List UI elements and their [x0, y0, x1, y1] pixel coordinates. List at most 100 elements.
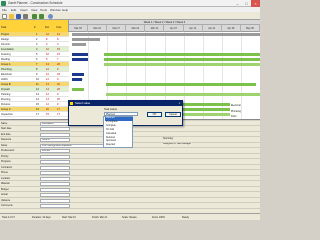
property-value[interactable]: [40, 187, 70, 192]
dropdown-option[interactable]: Rejected: [105, 144, 133, 148]
gantt-bar[interactable]: [104, 53, 260, 56]
gantt-bar[interactable]: [72, 58, 88, 61]
column-number[interactable]: #: [34, 26, 35, 29]
menu-view[interactable]: View: [31, 8, 37, 12]
minimize-button[interactable]: –: [233, 0, 242, 7]
open-icon[interactable]: [9, 13, 14, 19]
property-row: Budget: [0, 187, 260, 192]
task-cell: 17: [57, 107, 60, 111]
property-value[interactable]: [40, 193, 70, 197]
print-icon[interactable]: [23, 13, 28, 19]
gantt-bar[interactable]: [72, 33, 260, 36]
gantt-bar[interactable]: [72, 78, 82, 81]
column-task[interactable]: Task: [1, 26, 6, 29]
menu-insert[interactable]: Insert: [20, 8, 28, 12]
status-item: Finish: Mar 21: [92, 215, 108, 219]
property-label: Location: [1, 176, 11, 180]
gantt-bar[interactable]: [72, 88, 84, 91]
cancel-button[interactable]: Cancel: [165, 112, 181, 117]
menu-help[interactable]: Help: [62, 8, 68, 12]
close-button[interactable]: ×: [251, 0, 260, 7]
property-value[interactable]: Permits: [40, 149, 70, 153]
zoom-icon[interactable]: [48, 13, 53, 19]
menu-tools[interactable]: Tools: [40, 8, 47, 12]
task-cell: 16: [36, 107, 39, 111]
property-value[interactable]: [40, 160, 70, 164]
property-value[interactable]: [40, 176, 70, 181]
task-cell: 10: [46, 47, 49, 51]
task-row[interactable]: Inspection 17 15 17: [0, 112, 69, 117]
property-value[interactable]: [40, 127, 70, 131]
menu-edit[interactable]: Edit: [11, 8, 16, 12]
property-value[interactable]: [40, 165, 70, 170]
save-icon[interactable]: [16, 13, 21, 19]
property-value[interactable]: [40, 204, 70, 208]
gantt-bar[interactable]: [106, 83, 256, 86]
task-cell: 20: [57, 82, 60, 86]
window-title: Gantt Planner - Construction Schedule: [8, 1, 63, 5]
task-name: Electrical: [1, 72, 12, 76]
new-file-icon[interactable]: [2, 13, 7, 19]
gantt-bar[interactable]: [72, 73, 84, 76]
task-cell: 9: [57, 77, 59, 81]
property-label: Resource: [1, 138, 12, 141]
gridline: [221, 32, 223, 119]
property-value[interactable]: [40, 132, 70, 137]
task-name: Group C: [1, 107, 11, 111]
task-cell: 6: [46, 57, 48, 61]
status-item: Ready: [182, 215, 189, 219]
column-duration[interactable]: Dur: [45, 26, 49, 29]
property-row: Priority: [0, 154, 260, 159]
task-cell: 14: [36, 97, 39, 101]
property-label: Progress: [1, 160, 11, 163]
app-icon: [1, 1, 6, 6]
gantt-bar[interactable]: [104, 63, 260, 66]
task-cell: 15: [46, 112, 49, 116]
column-cost[interactable]: Cost: [56, 26, 61, 29]
property-row: Actual: [0, 193, 260, 198]
property-value[interactable]: [40, 182, 70, 186]
undo-icon[interactable]: [32, 13, 37, 19]
property-label: Name: [1, 121, 8, 125]
menu-file[interactable]: File: [2, 8, 7, 12]
task-cell: 1: [36, 32, 38, 36]
right-label-1: Electrical: [231, 104, 241, 107]
ok-button[interactable]: OK: [147, 112, 162, 117]
task-name: Painting: [1, 92, 11, 96]
property-value[interactable]: [40, 171, 70, 175]
gridline: [202, 32, 204, 119]
gantt-bar[interactable]: [72, 43, 86, 46]
menu-window[interactable]: Window: [50, 8, 61, 12]
maximize-button[interactable]: □: [242, 0, 251, 7]
property-row: Material: [0, 182, 260, 187]
gantt-bar[interactable]: [104, 58, 260, 61]
task-cell: 4: [46, 42, 48, 46]
task-cell: 4: [36, 47, 38, 51]
task-cell: 9: [57, 102, 59, 106]
gantt-bar[interactable]: [72, 53, 88, 56]
task-cell: 12: [46, 92, 49, 96]
task-cell: 14: [46, 87, 49, 91]
property-value[interactable]: [40, 198, 70, 203]
task-cell: 13: [46, 62, 49, 66]
task-cell: 12: [46, 32, 49, 36]
timescale-date: Mar 10: [88, 25, 108, 32]
tree-header: Task # Dur Cost: [0, 20, 69, 32]
property-label: Contractor: [1, 165, 13, 169]
gantt-bar[interactable]: [72, 38, 100, 41]
task-cell: 20: [57, 62, 60, 66]
task-cell: 6: [36, 57, 38, 61]
task-cell: 8: [36, 67, 38, 71]
property-value[interactable]: [40, 154, 70, 159]
gantt-bar[interactable]: [106, 93, 260, 96]
task-cell: 8: [46, 37, 48, 41]
property-label: Material: [1, 182, 10, 185]
task-name: Design: [1, 37, 10, 41]
dialog-close-icon[interactable]: ×: [177, 101, 182, 106]
status-item: Start: Mar 10: [62, 215, 76, 219]
timescale-date: Mar 31: [145, 25, 165, 32]
task-cell: 7: [57, 57, 59, 61]
property-value[interactable]: Crew A: [40, 138, 70, 142]
task-cell: 8: [57, 37, 59, 41]
redo-icon[interactable]: [39, 13, 44, 19]
